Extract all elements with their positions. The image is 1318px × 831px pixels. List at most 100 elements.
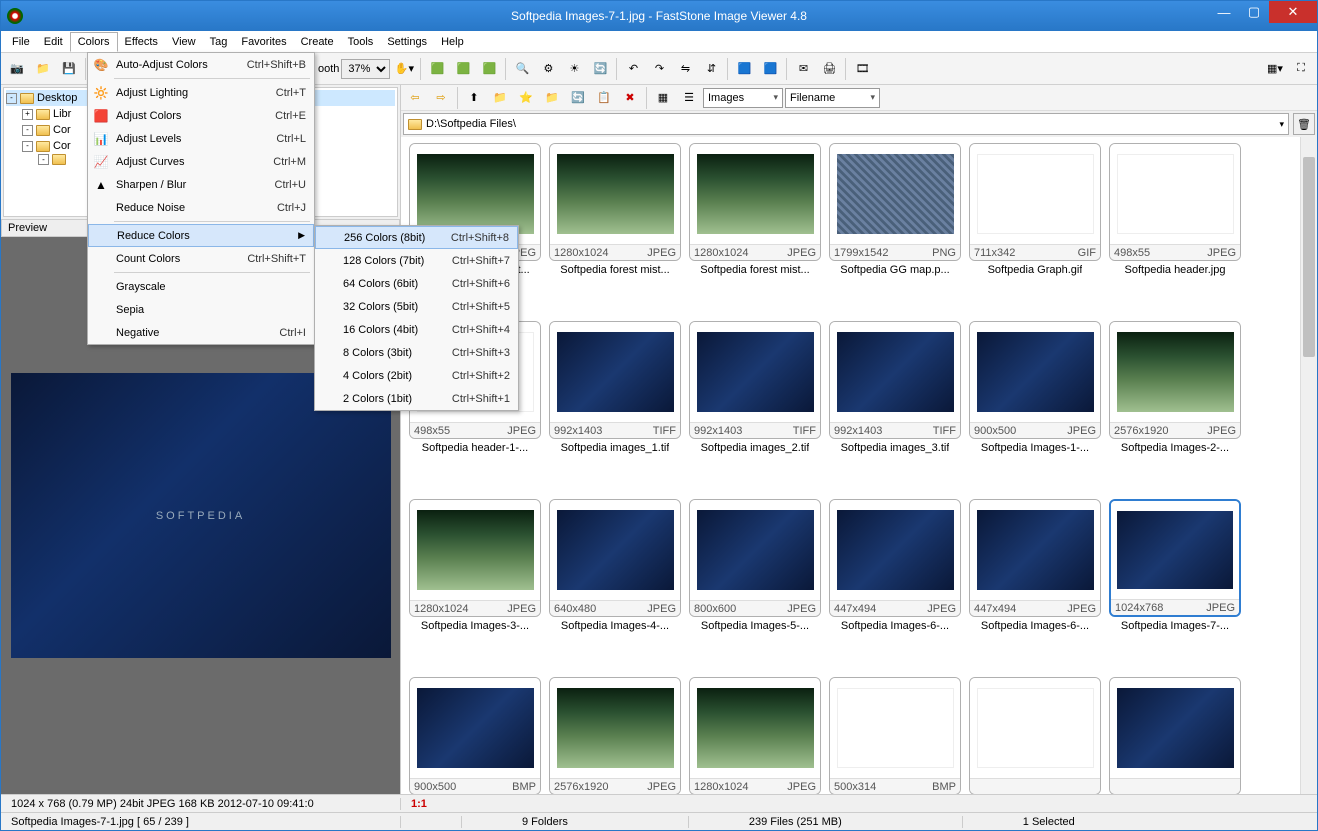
scrollbar[interactable]: [1300, 137, 1317, 794]
sort-combo[interactable]: Filename: [785, 88, 880, 108]
tool-icon[interactable]: ☀: [562, 57, 586, 81]
menu-effects[interactable]: Effects: [118, 33, 165, 51]
thumbnail[interactable]: 498x55JPEGSoftpedia header.jpg: [1107, 143, 1243, 315]
thumbnail[interactable]: 1280x1024JPEGSoftpedia Images-3-...: [407, 499, 543, 671]
thumbnail[interactable]: 992x1403TIFFSoftpedia images_1.tif: [547, 321, 683, 493]
menu-item[interactable]: 🟥Adjust ColorsCtrl+E: [88, 104, 314, 127]
menu-item[interactable]: 🔆Adjust LightingCtrl+T: [88, 81, 314, 104]
thumbnail[interactable]: 447x494JPEGSoftpedia Images-6-...: [967, 499, 1103, 671]
tool-icon[interactable]: 🔄: [588, 57, 612, 81]
fullscreen-icon[interactable]: ⛶: [1289, 57, 1313, 81]
flip-h-icon[interactable]: ⇋: [673, 57, 697, 81]
menu-item[interactable]: Grayscale: [88, 275, 314, 298]
save-icon[interactable]: 💾: [57, 57, 81, 81]
thumbnail[interactable]: 900x500JPEGSoftpedia Images-1-...: [967, 321, 1103, 493]
menu-item[interactable]: Sepia: [88, 298, 314, 321]
menu-item[interactable]: ▲Sharpen / BlurCtrl+U: [88, 173, 314, 196]
menu-item[interactable]: 📊Adjust LevelsCtrl+L: [88, 127, 314, 150]
menu-tools[interactable]: Tools: [341, 33, 381, 51]
menu-colors[interactable]: Colors: [70, 32, 118, 52]
thumbnail[interactable]: 1799x1542PNGSoftpedia GG map.p...: [827, 143, 963, 315]
rotate-left-icon[interactable]: ↶: [621, 57, 645, 81]
menu-item[interactable]: Reduce NoiseCtrl+J: [88, 196, 314, 219]
view-filter-combo[interactable]: Images: [703, 88, 783, 108]
tool-icon[interactable]: 🟩: [425, 57, 449, 81]
thumbnail[interactable]: 992x1403TIFFSoftpedia images_2.tif: [687, 321, 823, 493]
thumbnail[interactable]: 1024x768JPEGSoftpedia Images-7-...: [1107, 499, 1243, 671]
email-icon[interactable]: ✉: [791, 57, 815, 81]
maximize-button[interactable]: ▢: [1239, 1, 1269, 23]
minimize-button[interactable]: —: [1209, 1, 1239, 23]
hand-tool-icon[interactable]: ✋▾: [392, 57, 416, 81]
expander-icon[interactable]: +: [22, 109, 33, 120]
flip-v-icon[interactable]: ⇵: [699, 57, 723, 81]
thumbnail[interactable]: 640x480JPEGSoftpedia Images-4-...: [547, 499, 683, 671]
fav-icon[interactable]: ⭐: [514, 86, 538, 110]
thumbnail[interactable]: 1280x1024JPEGSoftpedia forest mist...: [547, 143, 683, 315]
path-field[interactable]: D:\Softpedia Files\: [403, 113, 1289, 135]
submenu-item[interactable]: 4 Colors (2bit)Ctrl+Shift+2: [315, 364, 518, 387]
thumbnail[interactable]: 800x600JPEGSoftpedia Images-5-...: [687, 499, 823, 671]
thumbnail[interactable]: 2576x1920JPEGSoftpedia Images-2-...: [1107, 321, 1243, 493]
menu-item[interactable]: Count ColorsCtrl+Shift+T: [88, 247, 314, 270]
thumbnail[interactable]: 500x314BMPSoftpedia left.bmp: [827, 677, 963, 794]
forward-icon[interactable]: ⇨: [429, 86, 453, 110]
thumbnail[interactable]: 2576x1920JPEGSoftpedia imagesSof...: [547, 677, 683, 794]
menu-file[interactable]: File: [5, 33, 37, 51]
back-icon[interactable]: ⇦: [403, 86, 427, 110]
submenu-item[interactable]: 128 Colors (7bit)Ctrl+Shift+7: [315, 249, 518, 272]
tool-icon[interactable]: ⚙: [536, 57, 560, 81]
thumbnail[interactable]: 900x500BMPSoftpedia imagesSof...: [407, 677, 543, 794]
thumbnail[interactable]: 711x342GIFSoftpedia Graph.gif: [967, 143, 1103, 315]
thumbnail-grid[interactable]: 1280x1024JPEGSoftpedia forest light...12…: [401, 137, 1300, 794]
folder-icon[interactable]: 📁: [31, 57, 55, 81]
menu-item[interactable]: Reduce Colors▶: [88, 224, 314, 247]
layout-icon[interactable]: ▦▾: [1263, 57, 1287, 81]
menu-favorites[interactable]: Favorites: [234, 33, 293, 51]
slideshow-icon[interactable]: 🎞: [850, 57, 874, 81]
acquire-icon[interactable]: 📷: [5, 57, 29, 81]
expander-icon[interactable]: -: [22, 125, 33, 136]
menu-view[interactable]: View: [165, 33, 203, 51]
zoom-combo[interactable]: 37%: [341, 59, 390, 79]
thumbnail[interactable]: 1280x1024JPEGSoftpedia forest mist...: [687, 143, 823, 315]
expander-icon[interactable]: -: [6, 93, 17, 104]
print-icon[interactable]: 🖨: [817, 57, 841, 81]
tool-icon[interactable]: 🟩: [477, 57, 501, 81]
menu-item[interactable]: 🎨Auto-Adjust ColorsCtrl+Shift+B: [88, 53, 314, 76]
menu-create[interactable]: Create: [294, 33, 341, 51]
refresh-icon[interactable]: 🔄: [566, 86, 590, 110]
submenu-item[interactable]: 2 Colors (1bit)Ctrl+Shift+1: [315, 387, 518, 410]
menu-edit[interactable]: Edit: [37, 33, 70, 51]
newfolder-icon[interactable]: 📁: [540, 86, 564, 110]
view-icon[interactable]: ▦: [651, 86, 675, 110]
rotate-right-icon[interactable]: ↷: [647, 57, 671, 81]
copy-icon[interactable]: 📋: [592, 86, 616, 110]
thumbnail[interactable]: 447x494JPEGSoftpedia Images-6-...: [827, 499, 963, 671]
thumbnail[interactable]: 1280x1024JPEGSoftpedia imagesSof...: [687, 677, 823, 794]
submenu-item[interactable]: 8 Colors (3bit)Ctrl+Shift+3: [315, 341, 518, 364]
thumbnail[interactable]: 992x1403TIFFSoftpedia images_3.tif: [827, 321, 963, 493]
menu-item[interactable]: NegativeCtrl+I: [88, 321, 314, 344]
tool-icon[interactable]: 🔍: [510, 57, 534, 81]
tool-icon[interactable]: 🟩: [451, 57, 475, 81]
submenu-item[interactable]: 32 Colors (5bit)Ctrl+Shift+5: [315, 295, 518, 318]
submenu-item[interactable]: 256 Colors (8bit)Ctrl+Shift+8: [315, 226, 518, 249]
menu-item[interactable]: 📈Adjust CurvesCtrl+M: [88, 150, 314, 173]
delete-icon[interactable]: ✖: [618, 86, 642, 110]
thumbnail[interactable]: [1107, 677, 1243, 794]
recycle-icon[interactable]: 🗑: [1293, 113, 1315, 135]
menu-help[interactable]: Help: [434, 33, 471, 51]
submenu-item[interactable]: 16 Colors (4bit)Ctrl+Shift+4: [315, 318, 518, 341]
menu-settings[interactable]: Settings: [380, 33, 434, 51]
up-icon[interactable]: ⬆: [462, 86, 486, 110]
home-icon[interactable]: 📁: [488, 86, 512, 110]
thumbnail[interactable]: [967, 677, 1103, 794]
tool-icon[interactable]: 🟦: [758, 57, 782, 81]
expander-icon[interactable]: -: [38, 154, 49, 165]
menu-tag[interactable]: Tag: [203, 33, 235, 51]
expander-icon[interactable]: -: [22, 141, 33, 152]
tool-icon[interactable]: 🟦: [732, 57, 756, 81]
submenu-item[interactable]: 64 Colors (6bit)Ctrl+Shift+6: [315, 272, 518, 295]
close-button[interactable]: ✕: [1269, 1, 1317, 23]
